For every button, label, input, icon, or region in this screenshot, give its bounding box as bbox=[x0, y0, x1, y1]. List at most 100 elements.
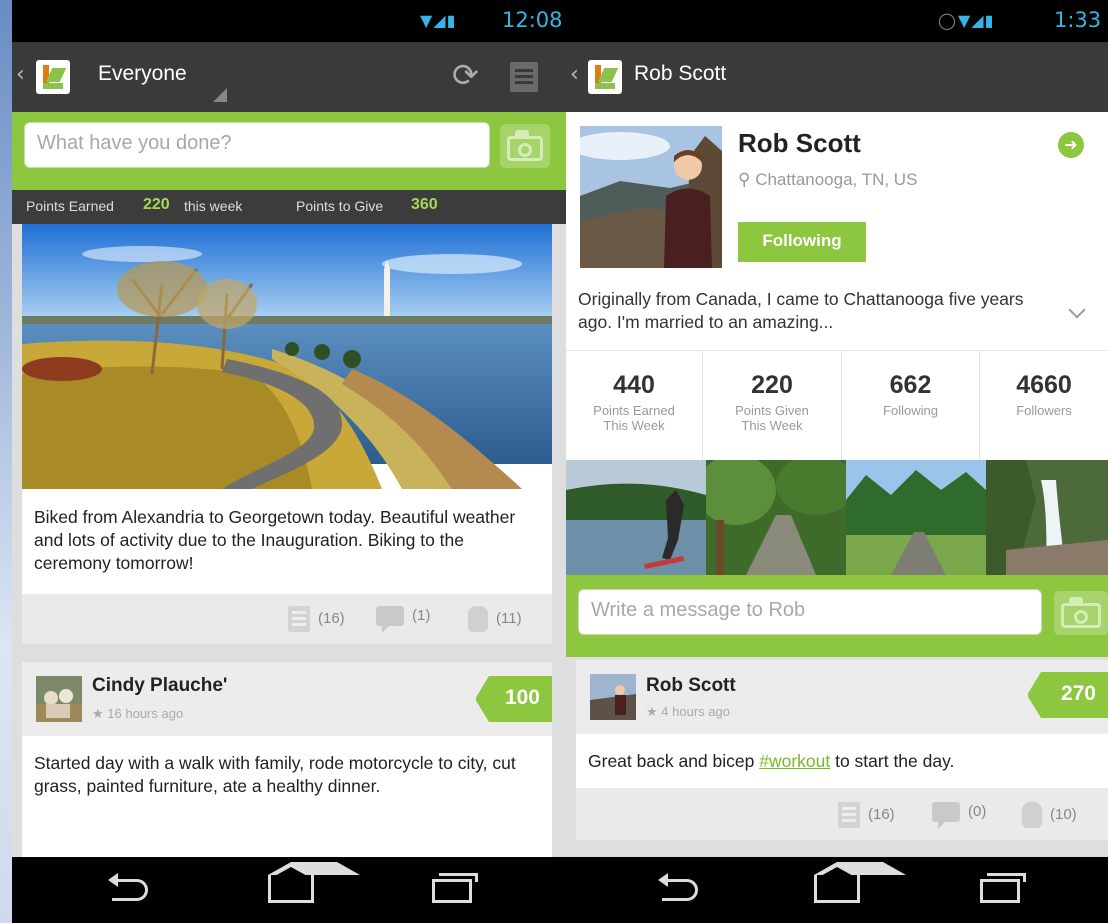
nav-recent-icon[interactable] bbox=[980, 873, 1026, 903]
post-photo[interactable] bbox=[22, 224, 552, 489]
points-badge: 270 bbox=[1027, 672, 1108, 718]
status-bar: ▼◢▮ 12:08 bbox=[12, 0, 566, 42]
stat-label: This Week bbox=[741, 418, 803, 433]
hashtag-link[interactable]: #workout bbox=[759, 751, 830, 771]
avatar[interactable] bbox=[36, 676, 82, 722]
profile-name: Rob Scott bbox=[738, 128, 861, 158]
back-icon[interactable]: ‹ bbox=[16, 62, 25, 87]
stat-following[interactable]: 662 Following bbox=[842, 351, 980, 461]
action-bar: ‹ Rob Scott bbox=[566, 42, 1108, 112]
gallery-photo[interactable] bbox=[706, 460, 846, 575]
photo-strip bbox=[566, 460, 1108, 575]
post-text: Biked from Alexandria to Georgetown toda… bbox=[34, 507, 516, 573]
status-time: 1:33 bbox=[1054, 8, 1102, 32]
gallery-photo[interactable] bbox=[846, 460, 986, 575]
props-action[interactable]: (10) bbox=[1022, 802, 1077, 828]
props-hand-icon bbox=[1022, 802, 1042, 828]
stat-value: 220 bbox=[751, 371, 793, 399]
points-bar: Points Earned 220 this week Points to Gi… bbox=[12, 190, 566, 224]
avatar[interactable] bbox=[590, 674, 636, 720]
feed-post-card: Cindy Plauche' ★ 16 hours ago 100 Starte… bbox=[22, 662, 552, 862]
post-time: ★ 4 hours ago bbox=[646, 704, 730, 720]
post-actions-bar: (16) (1) (11) bbox=[22, 594, 552, 644]
post-text: Great back and bicep #workout to start t… bbox=[588, 750, 1098, 773]
status-input[interactable]: What have you done? bbox=[24, 122, 490, 168]
nav-recent-icon[interactable] bbox=[432, 873, 478, 903]
menu-icon[interactable] bbox=[510, 62, 538, 92]
compose-band: Write a message to Rob bbox=[566, 575, 1108, 657]
action-bar: ‹ Everyone ⟳ bbox=[12, 42, 566, 112]
gallery-photo[interactable] bbox=[566, 460, 706, 575]
points-earned-value: 220 bbox=[143, 196, 170, 213]
list-icon bbox=[838, 802, 860, 828]
dropdown-indicator-icon bbox=[213, 88, 227, 102]
comment-count: (0) bbox=[968, 802, 987, 820]
post-author[interactable]: Cindy Plauche' bbox=[92, 675, 227, 697]
points-earned-suffix: this week bbox=[184, 198, 243, 214]
profile-stats: 440 Points Earned This Week 220 Points G… bbox=[566, 350, 1108, 461]
signal-battery-icon: ▼◢▮ bbox=[958, 11, 995, 30]
stat-followers[interactable]: 4660 Followers bbox=[980, 351, 1108, 461]
arrow-right-icon[interactable]: ➜ bbox=[1058, 132, 1084, 158]
app-logo-icon[interactable] bbox=[36, 60, 70, 94]
profile-bio[interactable]: Originally from Canada, I came to Chatta… bbox=[578, 288, 1048, 334]
message-input[interactable]: Write a message to Rob bbox=[578, 589, 1042, 635]
stat-value: 662 bbox=[889, 371, 932, 399]
gallery-photo[interactable] bbox=[986, 460, 1108, 575]
stat-label: Followers bbox=[1016, 403, 1072, 418]
comment-icon bbox=[932, 802, 960, 829]
star-icon[interactable]: ★ bbox=[646, 704, 658, 719]
points-badge: 100 bbox=[475, 676, 552, 722]
alarm-icon: ◯ bbox=[938, 11, 957, 30]
props-count: (10) bbox=[1050, 805, 1077, 823]
list-count: (16) bbox=[318, 609, 345, 627]
post-time: ★ 16 hours ago bbox=[92, 706, 183, 722]
phone-left-feed: ▼◢▮ 12:08 ‹ Everyone ⟳ What have you don… bbox=[12, 0, 566, 923]
comment-action[interactable]: (0) bbox=[932, 802, 987, 829]
page-title: Rob Scott bbox=[634, 62, 727, 85]
props-action[interactable]: (11) bbox=[468, 606, 522, 632]
profile-location-text: Chattanooga, TN, US bbox=[755, 170, 918, 189]
nav-home-icon[interactable] bbox=[268, 862, 360, 903]
compose-band: What have you done? bbox=[12, 112, 566, 190]
points-earned-label: Points Earned bbox=[26, 198, 114, 214]
list-action[interactable]: (16) bbox=[838, 802, 895, 828]
post-text-part: to start the day. bbox=[830, 751, 955, 771]
stat-label: Following bbox=[883, 403, 938, 418]
signal-battery-icon: ▼◢▮ bbox=[420, 11, 457, 30]
post-time-text: 16 hours ago bbox=[107, 706, 184, 721]
feed-post-card: Rob Scott ★ 4 hours ago 270 Great back a… bbox=[576, 660, 1108, 840]
post-actions-bar: (16) (0) (10) bbox=[576, 788, 1108, 840]
app-logo-icon[interactable] bbox=[588, 60, 622, 94]
props-count: (11) bbox=[496, 609, 522, 627]
feed-filter-dropdown[interactable]: Everyone bbox=[98, 62, 187, 86]
back-icon[interactable]: ‹ bbox=[570, 62, 579, 87]
post-text: Started day with a walk with family, rod… bbox=[34, 753, 516, 796]
points-give-value: 360 bbox=[411, 196, 438, 213]
following-button[interactable]: Following bbox=[738, 222, 866, 262]
post-time-text: 4 hours ago bbox=[661, 704, 730, 719]
profile-location: ⚲ Chattanooga, TN, US bbox=[738, 170, 917, 190]
comment-icon bbox=[376, 606, 404, 633]
list-count: (16) bbox=[868, 805, 895, 823]
chevron-down-icon[interactable] bbox=[1068, 301, 1086, 319]
profile-photo[interactable] bbox=[580, 126, 722, 268]
nav-back-icon[interactable] bbox=[658, 873, 698, 901]
stat-label: Points Given bbox=[735, 403, 809, 418]
profile-card: Rob Scott ⚲ Chattanooga, TN, US Followin… bbox=[566, 112, 1108, 350]
nav-back-icon[interactable] bbox=[108, 873, 148, 901]
stat-points-earned[interactable]: 440 Points Earned This Week bbox=[566, 351, 703, 461]
comment-count: (1) bbox=[412, 606, 431, 624]
stat-value: 440 bbox=[613, 371, 655, 399]
star-icon[interactable]: ★ bbox=[92, 706, 104, 721]
nav-home-icon[interactable] bbox=[814, 862, 906, 903]
comment-action[interactable]: (1) bbox=[376, 606, 431, 633]
status-bar: ◯ ▼◢▮ 1:33 bbox=[566, 0, 1108, 42]
camera-icon[interactable] bbox=[1054, 591, 1108, 635]
refresh-icon[interactable]: ⟳ bbox=[452, 56, 479, 94]
stat-points-given[interactable]: 220 Points Given This Week bbox=[703, 351, 842, 461]
list-action[interactable]: (16) bbox=[288, 606, 345, 632]
camera-icon[interactable] bbox=[500, 124, 550, 168]
post-author[interactable]: Rob Scott bbox=[646, 675, 736, 697]
list-icon bbox=[288, 606, 310, 632]
